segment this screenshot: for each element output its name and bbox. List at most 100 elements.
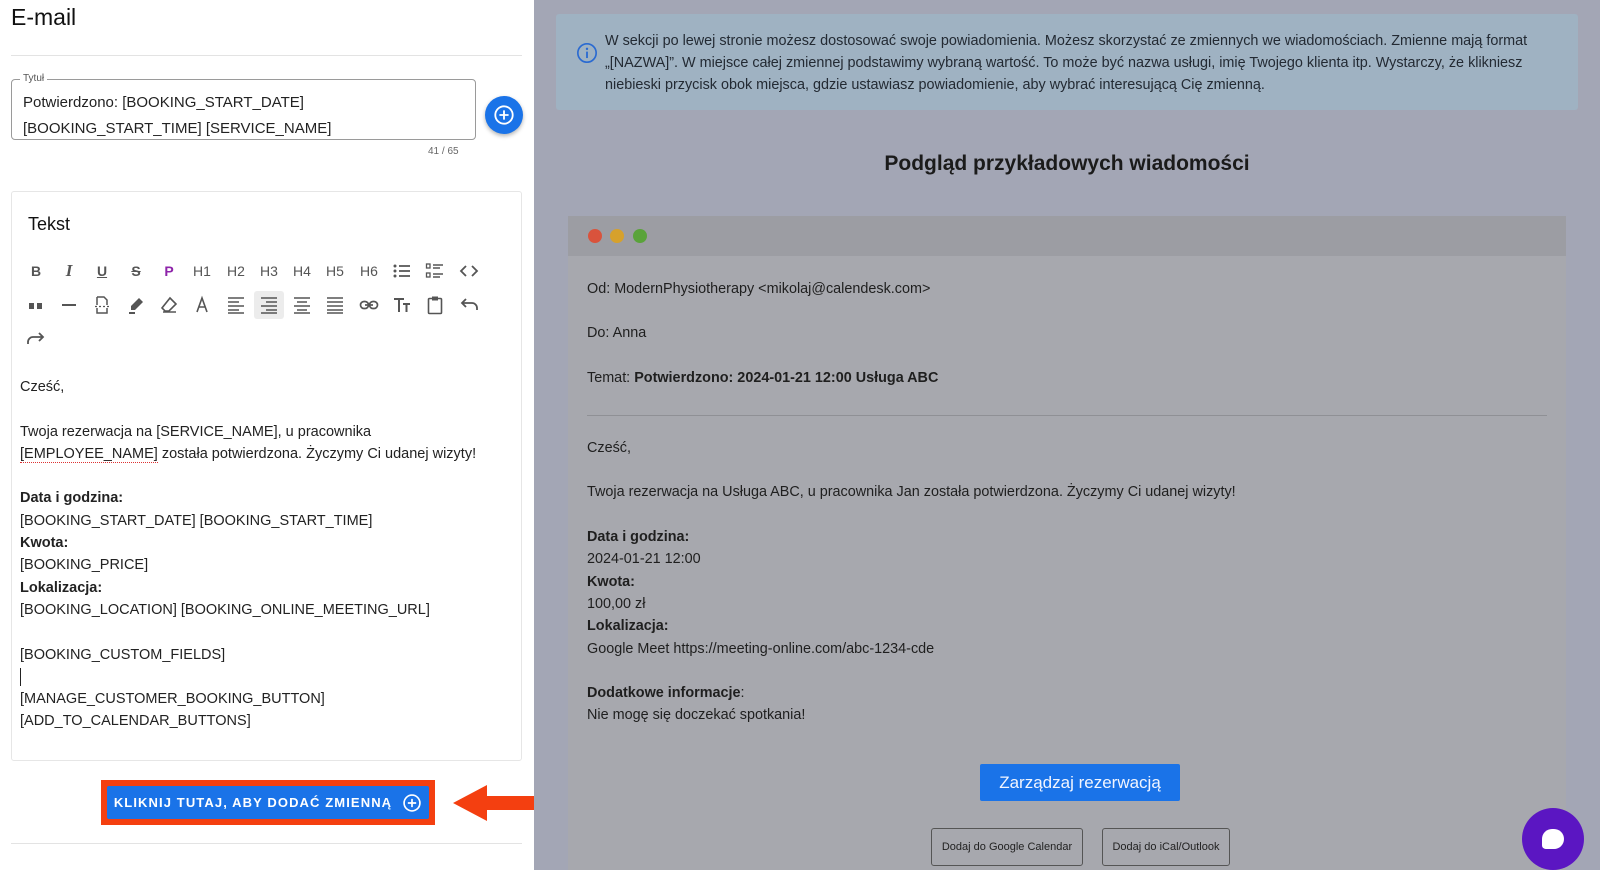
email-to: Do: Anna [587,325,647,342]
undo-button[interactable] [454,291,484,319]
redo-icon [27,332,45,344]
preview-panel: W sekcji po lewej stronie możesz dostoso… [534,0,1600,870]
price-label: Kwota: [587,573,635,590]
date-value: 2024-01-21 12:00 [587,551,701,568]
redo-button[interactable] [21,325,51,353]
window-titlebar [568,216,1566,256]
h4-button[interactable]: H4 [287,257,317,285]
manage-booking-button[interactable]: Zarządzaj rezerwacją [980,764,1180,801]
body-line-rest: została potwierdzona. Życzymy Ci udanej … [157,445,477,462]
h2-button[interactable]: H2 [221,257,251,285]
paragraph-button[interactable]: P [154,257,184,285]
horizontal-rule-button[interactable] [54,291,84,319]
preview-title: Podgląd przykładowych wiadomości [884,152,1250,175]
extra-info-value: Nie mogę się doczekać spotkania! [587,707,806,724]
calendar-buttons-value: [ADD_TO_CALENDAR_BUTTONS] [20,713,251,730]
link-icon [359,300,379,310]
ical-outlook-button[interactable]: Dodaj do iCal/Outlook [1102,828,1230,866]
page-break-button[interactable] [87,291,117,319]
numbered-list-icon [425,263,443,278]
undo-icon [460,298,478,310]
divider [11,55,522,56]
divider [11,843,522,844]
custom-fields-value: [BOOKING_CUSTOM_FIELDS] [20,646,226,663]
email-subject: Temat: Potwierdzono: 2024-01-21 12:00 Us… [587,367,1547,389]
align-left-icon [228,297,244,314]
info-alert: W sekcji po lewej stronie możesz dostoso… [556,14,1578,110]
strikethrough-button[interactable]: S [121,257,151,285]
plus-circle-icon [494,105,514,125]
info-icon [577,43,597,63]
email-line: Twoja rezerwacja na Usługa ABC, u pracow… [587,484,1236,501]
align-justify-button[interactable] [320,291,350,319]
code-icon [459,265,479,277]
bullet-list-icon [393,264,410,278]
editor-content[interactable]: Cześć, Twoja rezerwacja na [SERVICE_NAME… [20,376,515,733]
variable-employee-name: [EMPLOYEE_NAME] [20,445,158,463]
italic-button[interactable]: I [54,257,84,285]
numbered-list-button[interactable] [420,257,450,285]
add-variable-button[interactable]: KLIKNIJ TUTAJ, ABY DODAĆ ZMIENNĄ [107,786,429,819]
marker-icon [129,298,143,314]
font-size-button[interactable] [387,291,417,319]
subject-input-label: Tytuł [20,73,48,84]
text-editor: Tekst B I U S P H1 H2 H3 H4 H5 H6 Cześć,… [11,191,522,761]
font-color-icon [196,295,208,313]
text-size-icon [394,298,410,312]
paste-button[interactable] [420,291,450,319]
align-right-icon [261,297,277,314]
align-center-button[interactable] [287,291,317,319]
date-label: Data i godzina: [587,529,690,546]
price-value: 100,00 zł [587,595,646,612]
email-preview: Od: ModernPhysiotherapy <mikolaj@calende… [568,216,1566,870]
quote-icon [29,303,42,309]
h6-button[interactable]: H6 [354,257,384,285]
clipboard-icon [427,296,443,315]
align-left-button[interactable] [221,291,251,319]
arrow-left-icon [453,785,535,821]
greeting-text: Cześć, [20,379,65,395]
date-value: [BOOKING_START_DATE] [BOOKING_START_TIME… [20,512,373,529]
bold-button[interactable]: B [21,257,51,285]
blockquote-button[interactable] [21,291,51,319]
divider [587,414,1547,416]
add-variable-label: KLIKNIJ TUTAJ, ABY DODAĆ ZMIENNĄ [113,795,393,810]
h1-button[interactable]: H1 [187,257,217,285]
date-label: Data i godzina: [20,490,124,507]
h5-button[interactable]: H5 [320,257,350,285]
body-line: [EMPLOYEE_NAME] została potwierdzona. Ży… [20,443,515,465]
info-text: W sekcji po lewej stronie możesz dostoso… [605,33,1528,93]
align-center-icon [294,297,310,314]
text-color-button[interactable] [187,291,217,319]
email-from: Od: ModernPhysiotherapy <mikolaj@calende… [587,281,931,297]
plus-circle-icon [403,793,421,812]
location-value: Google Meet https://meeting-online.com/a… [587,640,935,657]
horizontal-rule-icon [62,304,76,306]
eraser-icon [160,296,178,313]
close-dot-icon [588,229,602,243]
add-variable-subject-button[interactable] [485,96,523,134]
underline-button[interactable]: U [87,257,117,285]
code-button[interactable] [454,257,484,285]
bullet-list-button[interactable] [387,257,417,285]
panel-title: E-mail [11,4,77,30]
align-right-button[interactable] [254,291,284,319]
subject-input[interactable]: Potwierdzono: [BOOKING_START_DATE] [BOOK… [11,79,476,140]
highlight-button[interactable] [121,291,151,319]
link-button[interactable] [354,291,384,319]
google-calendar-button[interactable]: Dodaj do Google Calendar [931,828,1083,866]
h3-button[interactable]: H3 [254,257,284,285]
location-label: Lokalizacja: [20,579,103,596]
settings-panel: E-mail Potwierdzono: [BOOKING_START_DATE… [0,0,534,870]
maximize-dot-icon [633,229,647,243]
chat-button[interactable] [1522,808,1584,870]
clear-format-button[interactable] [154,291,184,319]
location-label: Lokalizacja: [587,618,669,635]
editor-title: Tekst [28,214,71,234]
price-value: [BOOKING_PRICE] [20,557,149,574]
subject-value: Potwierdzono: 2024-01-21 12:00 Usługa AB… [634,369,939,386]
extra-info-label: Dodatkowe informacje [587,685,741,702]
location-value: [BOOKING_LOCATION] [BOOKING_ONLINE_MEETI… [20,601,430,618]
price-label: Kwota: [20,535,69,552]
char-counter: 41 / 65 [428,146,459,157]
